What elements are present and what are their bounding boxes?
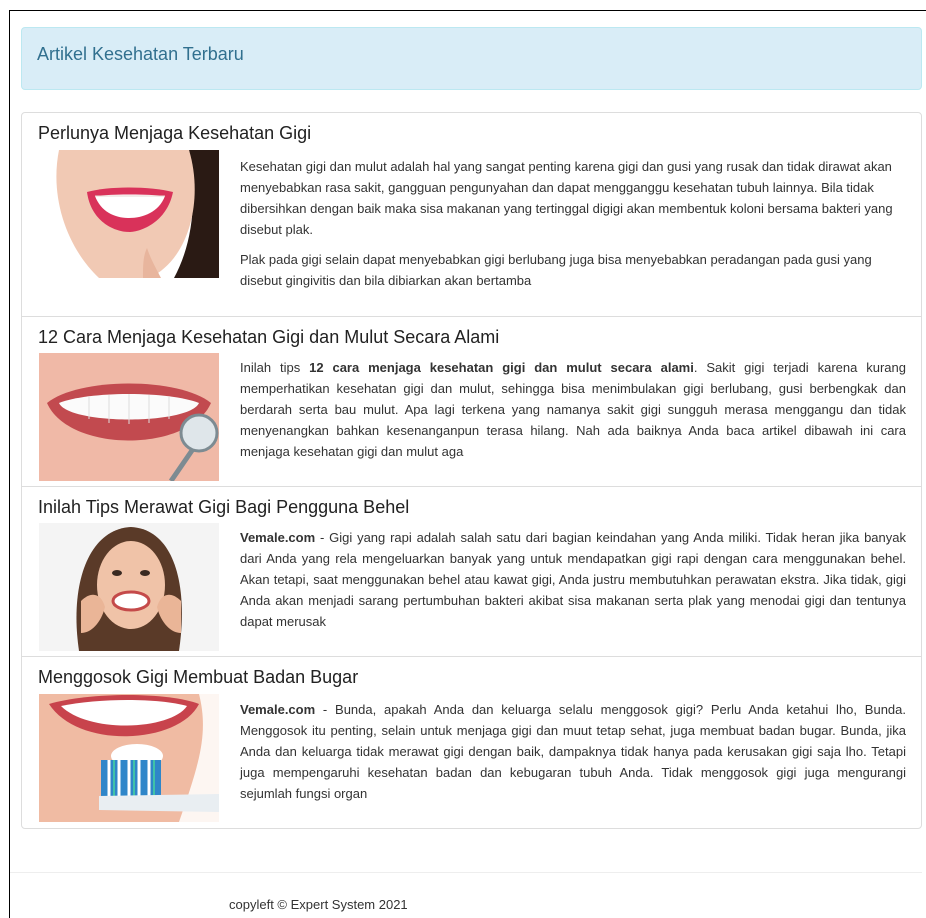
teeth-with-dental-mirror-photo-icon[interactable] <box>39 353 219 481</box>
article-item[interactable]: Perlunya Menjaga Kesehatan Gigi Kesehata… <box>22 113 921 316</box>
smiling-mouth-photo-icon[interactable] <box>39 150 219 278</box>
article-paragraph: Plak pada gigi selain dapat menyebabkan … <box>240 252 872 288</box>
alert-panel: Artikel Kesehatan Terbaru <box>21 27 922 90</box>
article-excerpt: Inilah tips 12 cara menjaga kesehatan gi… <box>240 357 906 462</box>
article-excerpt: Vemale.com - Gigi yang rapi adalah salah… <box>240 527 906 632</box>
article-title[interactable]: 12 Cara Menjaga Kesehatan Gigi dan Mulut… <box>38 327 499 348</box>
alert-title: Artikel Kesehatan Terbaru <box>37 44 244 64</box>
article-body-text: - Bunda, apakah Anda dan keluarga selalu… <box>240 702 906 801</box>
article-body-text: - Gigi yang rapi adalah salah satu dari … <box>240 530 906 629</box>
article-excerpt: Vemale.com - Bunda, apakah Anda dan kelu… <box>240 699 906 804</box>
article-item[interactable]: 12 Cara Menjaga Kesehatan Gigi dan Mulut… <box>22 316 921 486</box>
article-source: Vemale.com <box>240 702 316 717</box>
article-item[interactable]: Menggosok Gigi Membuat Badan Bugar Vemal… <box>22 656 921 828</box>
woman-smiling-photo-icon[interactable] <box>39 523 219 651</box>
article-excerpt: Kesehatan gigi dan mulut adalah hal yang… <box>240 156 906 300</box>
footer-divider <box>10 872 922 873</box>
footer-copyright: copyleft © Expert System 2021 <box>229 897 408 912</box>
toothbrush-and-teeth-photo-icon[interactable] <box>39 694 219 822</box>
article-source: Vemale.com <box>240 530 316 545</box>
article-title[interactable]: Perlunya Menjaga Kesehatan Gigi <box>38 123 311 144</box>
article-title[interactable]: Inilah Tips Merawat Gigi Bagi Pengguna B… <box>38 497 409 518</box>
article-lead-bold: 12 cara menjaga kesehatan gigi dan mulut… <box>309 360 694 375</box>
article-paragraph: Kesehatan gigi dan mulut adalah hal yang… <box>240 159 893 237</box>
article-lead-text: Inilah tips <box>240 360 310 375</box>
article-title[interactable]: Menggosok Gigi Membuat Badan Bugar <box>38 667 358 688</box>
article-item[interactable]: Inilah Tips Merawat Gigi Bagi Pengguna B… <box>22 486 921 656</box>
article-list: Perlunya Menjaga Kesehatan Gigi Kesehata… <box>21 112 922 829</box>
